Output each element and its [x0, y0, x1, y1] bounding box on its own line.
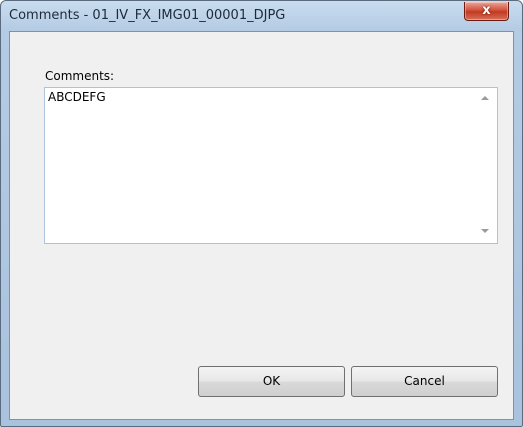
comments-textarea[interactable]: ABCDEFG [44, 87, 498, 244]
comments-dialog: Comments - 01_IV_FX_IMG01_00001_DJPG x C… [0, 0, 523, 427]
scroll-down-arrow-icon[interactable] [481, 229, 489, 233]
close-button[interactable]: x [464, 2, 509, 21]
comments-label: Comments: [45, 69, 115, 83]
cancel-button[interactable]: Cancel [351, 366, 498, 397]
close-icon: x [482, 3, 491, 18]
title-bar[interactable]: Comments - 01_IV_FX_IMG01_00001_DJPG x [1, 1, 522, 31]
dialog-body: Comments: ABCDEFG OK Cancel [9, 31, 514, 420]
scroll-up-arrow-icon[interactable] [481, 96, 489, 100]
window-title: Comments - 01_IV_FX_IMG01_00001_DJPG [9, 8, 286, 23]
comments-text: ABCDEFG [48, 90, 106, 104]
ok-button[interactable]: OK [198, 366, 345, 397]
